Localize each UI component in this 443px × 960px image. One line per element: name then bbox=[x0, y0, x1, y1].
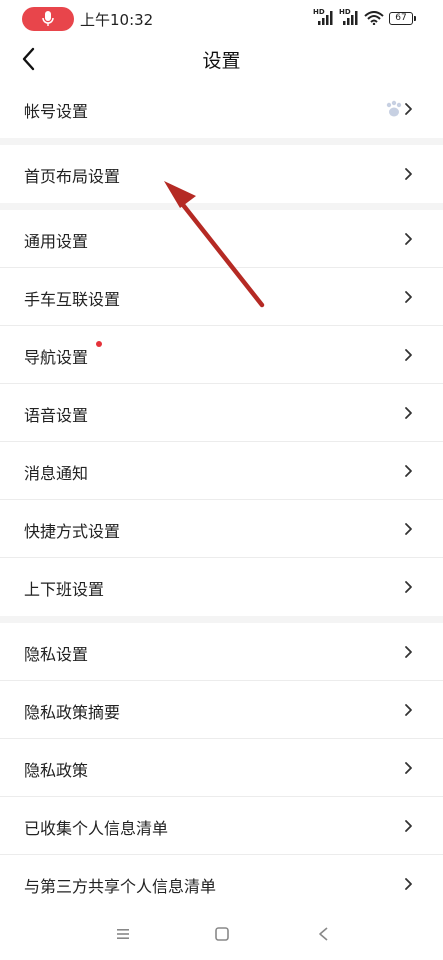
signal-icon bbox=[318, 11, 333, 25]
settings-row-label: 与第三方共享个人信息清单 bbox=[24, 877, 217, 896]
settings-row-label: 隐私政策 bbox=[24, 761, 89, 780]
settings-row[interactable]: 已收集个人信息清单 bbox=[0, 797, 443, 855]
settings-row-label: 帐号设置 bbox=[24, 102, 89, 121]
settings-row[interactable]: 通用设置 bbox=[0, 210, 443, 268]
settings-row-label: 通用设置 bbox=[24, 232, 89, 251]
settings-row-label: 语音设置 bbox=[24, 406, 89, 425]
menu-icon[interactable] bbox=[111, 922, 135, 946]
settings-row-label: 隐私设置 bbox=[24, 645, 89, 664]
chevron-right-icon bbox=[405, 168, 412, 180]
settings-row[interactable]: 上下班设置 bbox=[0, 558, 443, 616]
notification-dot bbox=[96, 341, 102, 347]
settings-row[interactable]: 帐号设置 bbox=[0, 80, 443, 138]
settings-row[interactable]: 与第三方共享个人信息清单 bbox=[0, 855, 443, 913]
paw-icon bbox=[386, 100, 402, 117]
recording-indicator[interactable] bbox=[22, 7, 74, 31]
settings-row-label: 导航设置 bbox=[24, 348, 89, 367]
settings-row[interactable]: 消息通知 bbox=[0, 442, 443, 500]
settings-row[interactable]: 快捷方式设置 bbox=[0, 500, 443, 558]
settings-row[interactable]: 手车互联设置 bbox=[0, 268, 443, 326]
chevron-right-icon bbox=[405, 878, 412, 890]
settings-row[interactable]: 隐私设置 bbox=[0, 623, 443, 681]
status-bar: 上午10:32 HD HD 67 bbox=[0, 0, 443, 38]
microphone-icon bbox=[42, 11, 54, 26]
settings-row[interactable]: 语音设置 bbox=[0, 384, 443, 442]
home-square-icon[interactable] bbox=[210, 922, 234, 946]
settings-row-label: 首页布局设置 bbox=[24, 167, 121, 186]
chevron-right-icon bbox=[405, 820, 412, 832]
settings-row-label: 手车互联设置 bbox=[24, 290, 121, 309]
signal-icon bbox=[343, 11, 358, 25]
page-title: 设置 bbox=[202, 50, 241, 72]
settings-row[interactable]: 隐私政策 bbox=[0, 739, 443, 797]
back-triangle-icon[interactable] bbox=[312, 922, 336, 946]
chevron-right-icon bbox=[405, 523, 412, 535]
chevron-right-icon bbox=[405, 291, 412, 303]
chevron-right-icon bbox=[405, 581, 412, 593]
chevron-right-icon bbox=[405, 233, 412, 245]
settings-row-label: 隐私政策摘要 bbox=[24, 703, 121, 722]
system-nav-bar bbox=[0, 908, 443, 960]
wifi-icon bbox=[364, 11, 384, 25]
settings-row[interactable]: 首页布局设置 bbox=[0, 145, 443, 203]
settings-row-label: 快捷方式设置 bbox=[24, 522, 121, 541]
settings-row-label: 消息通知 bbox=[24, 464, 89, 483]
chevron-right-icon bbox=[405, 704, 412, 716]
chevron-right-icon bbox=[405, 349, 412, 361]
chevron-right-icon bbox=[405, 646, 412, 658]
chevron-right-icon bbox=[405, 465, 412, 477]
settings-row[interactable]: 隐私政策摘要 bbox=[0, 681, 443, 739]
settings-row[interactable]: 导航设置 bbox=[0, 326, 443, 384]
chevron-right-icon bbox=[405, 407, 412, 419]
settings-row-label: 上下班设置 bbox=[24, 580, 105, 599]
chevron-right-icon bbox=[405, 762, 412, 774]
chevron-right-icon bbox=[405, 103, 412, 115]
settings-row-label: 已收集个人信息清单 bbox=[24, 819, 169, 838]
battery-icon: 67 bbox=[389, 12, 416, 25]
app-header: 设置 bbox=[0, 38, 443, 80]
status-time: 上午10:32 bbox=[80, 11, 154, 29]
